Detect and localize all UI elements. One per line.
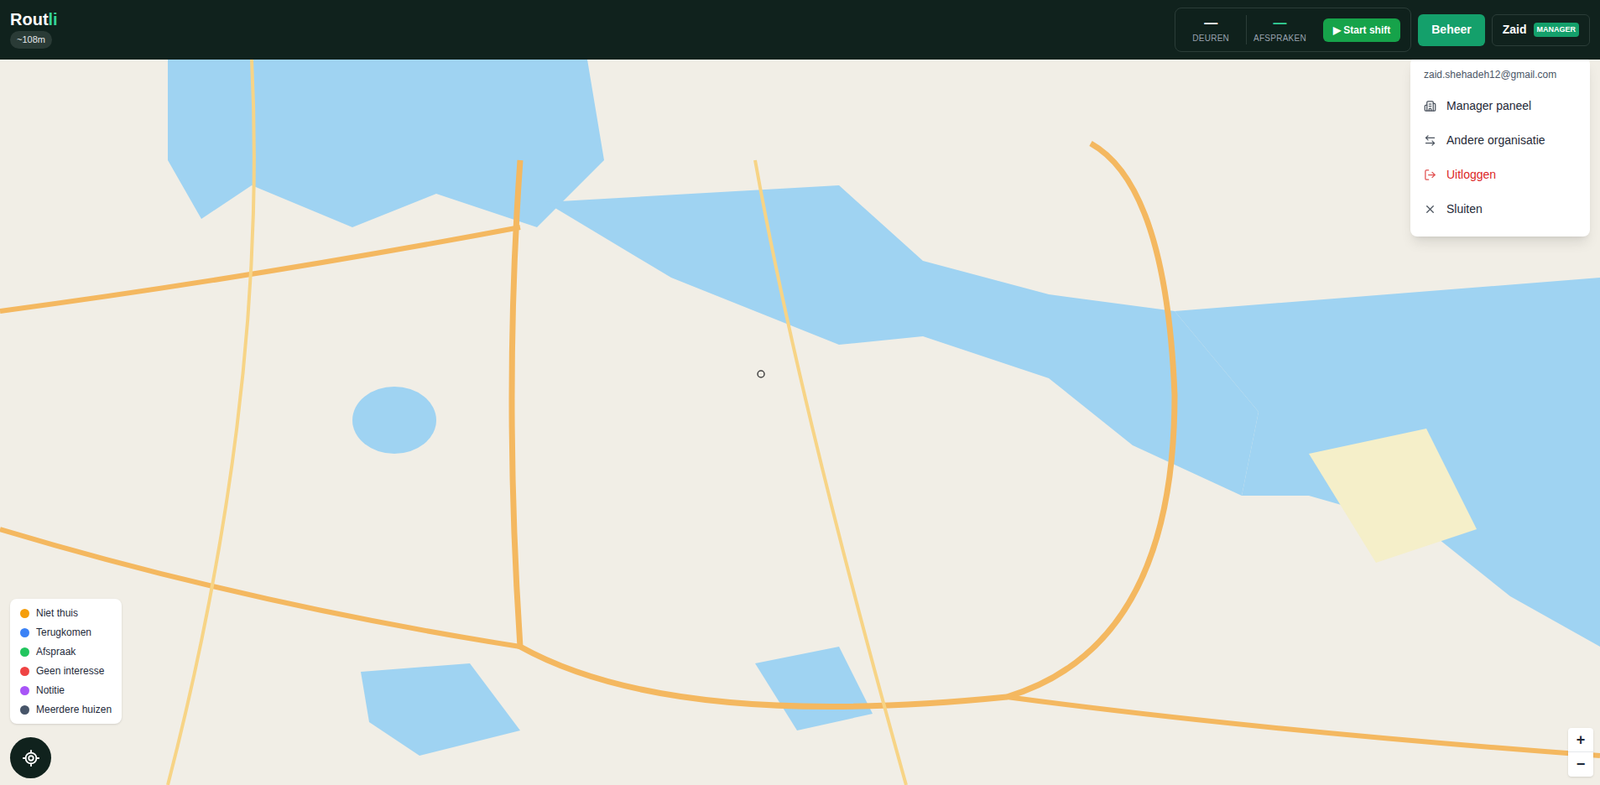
stat: —AFSPRAKEN xyxy=(1245,15,1314,45)
stat: —DEUREN xyxy=(1185,15,1236,45)
role-badge: MANAGER xyxy=(1533,22,1580,38)
menu-item[interactable]: Manager paneel xyxy=(1420,88,1580,124)
stat-label: AFSPRAKEN xyxy=(1253,31,1307,45)
app: Routli~108m—DEUREN—AFSPRAKEN▶ Start shif… xyxy=(0,0,1600,785)
locate-button[interactable] xyxy=(10,737,52,779)
zoom-in-button[interactable]: + xyxy=(1568,728,1594,753)
user-menu: zaid.shehadeh12@gmail.comManager paneelA… xyxy=(1410,59,1590,237)
menu-item-icon xyxy=(1423,99,1437,113)
header-actions: —DEUREN—AFSPRAKEN▶ Start shiftBeheerZaid… xyxy=(1174,7,1590,53)
zoom-out-button[interactable]: − xyxy=(1568,752,1594,777)
menu-item[interactable]: Sluiten xyxy=(1420,192,1580,227)
menu-item[interactable]: Andere organisatie xyxy=(1420,123,1580,158)
zoom-controls: +− xyxy=(1568,728,1594,777)
legend: Niet thuis Terugkomen Afspraak Geen interes… xyxy=(10,599,122,725)
map-background[interactable] xyxy=(0,59,1600,785)
menu-item-icon xyxy=(1423,168,1437,182)
menu-item-icon xyxy=(1423,134,1437,147)
legend-dot xyxy=(20,647,30,657)
stats-box: —DEUREN—AFSPRAKEN▶ Start shift xyxy=(1174,7,1412,53)
user-name: Zaid xyxy=(1502,20,1528,39)
legend-dot xyxy=(20,705,30,715)
top-bar: Routli~108m—DEUREN—AFSPRAKEN▶ Start shif… xyxy=(0,0,1600,60)
stat-label: DEUREN xyxy=(1192,31,1230,45)
user-email: zaid.shehadeh12@gmail.com xyxy=(1420,67,1580,89)
menu-item-icon xyxy=(1423,203,1437,216)
legend-item: Niet thuis xyxy=(20,605,112,621)
brand: Routli ~108m xyxy=(10,10,58,49)
menu-item[interactable]: Uitloggen xyxy=(1420,157,1580,193)
legend-dot xyxy=(20,609,30,619)
legend-dot xyxy=(20,628,30,638)
legend-dot xyxy=(20,667,30,677)
locate-icon xyxy=(21,749,41,768)
start-shift-button[interactable]: ▶ Start shift xyxy=(1323,18,1401,42)
legend-item: Terugkomen xyxy=(20,625,112,641)
legend-item: Geen interesse xyxy=(20,663,112,679)
stat-value: — xyxy=(1203,15,1218,32)
user-button[interactable]: Zaid MANAGER xyxy=(1491,14,1590,47)
stat-value: — xyxy=(1272,15,1287,32)
legend-dot xyxy=(20,686,30,696)
legend-item: Notitie xyxy=(20,682,112,699)
logo[interactable]: Routli xyxy=(10,10,58,28)
legend-item: Afspraak xyxy=(20,644,112,660)
admin-button[interactable]: Beheer xyxy=(1417,14,1485,47)
accuracy-badge: ~108m xyxy=(10,31,53,49)
map: zaid.shehadeh12@gmail.comManager paneelA… xyxy=(0,59,1600,785)
legend-item: Meerdere huizen xyxy=(20,702,112,718)
